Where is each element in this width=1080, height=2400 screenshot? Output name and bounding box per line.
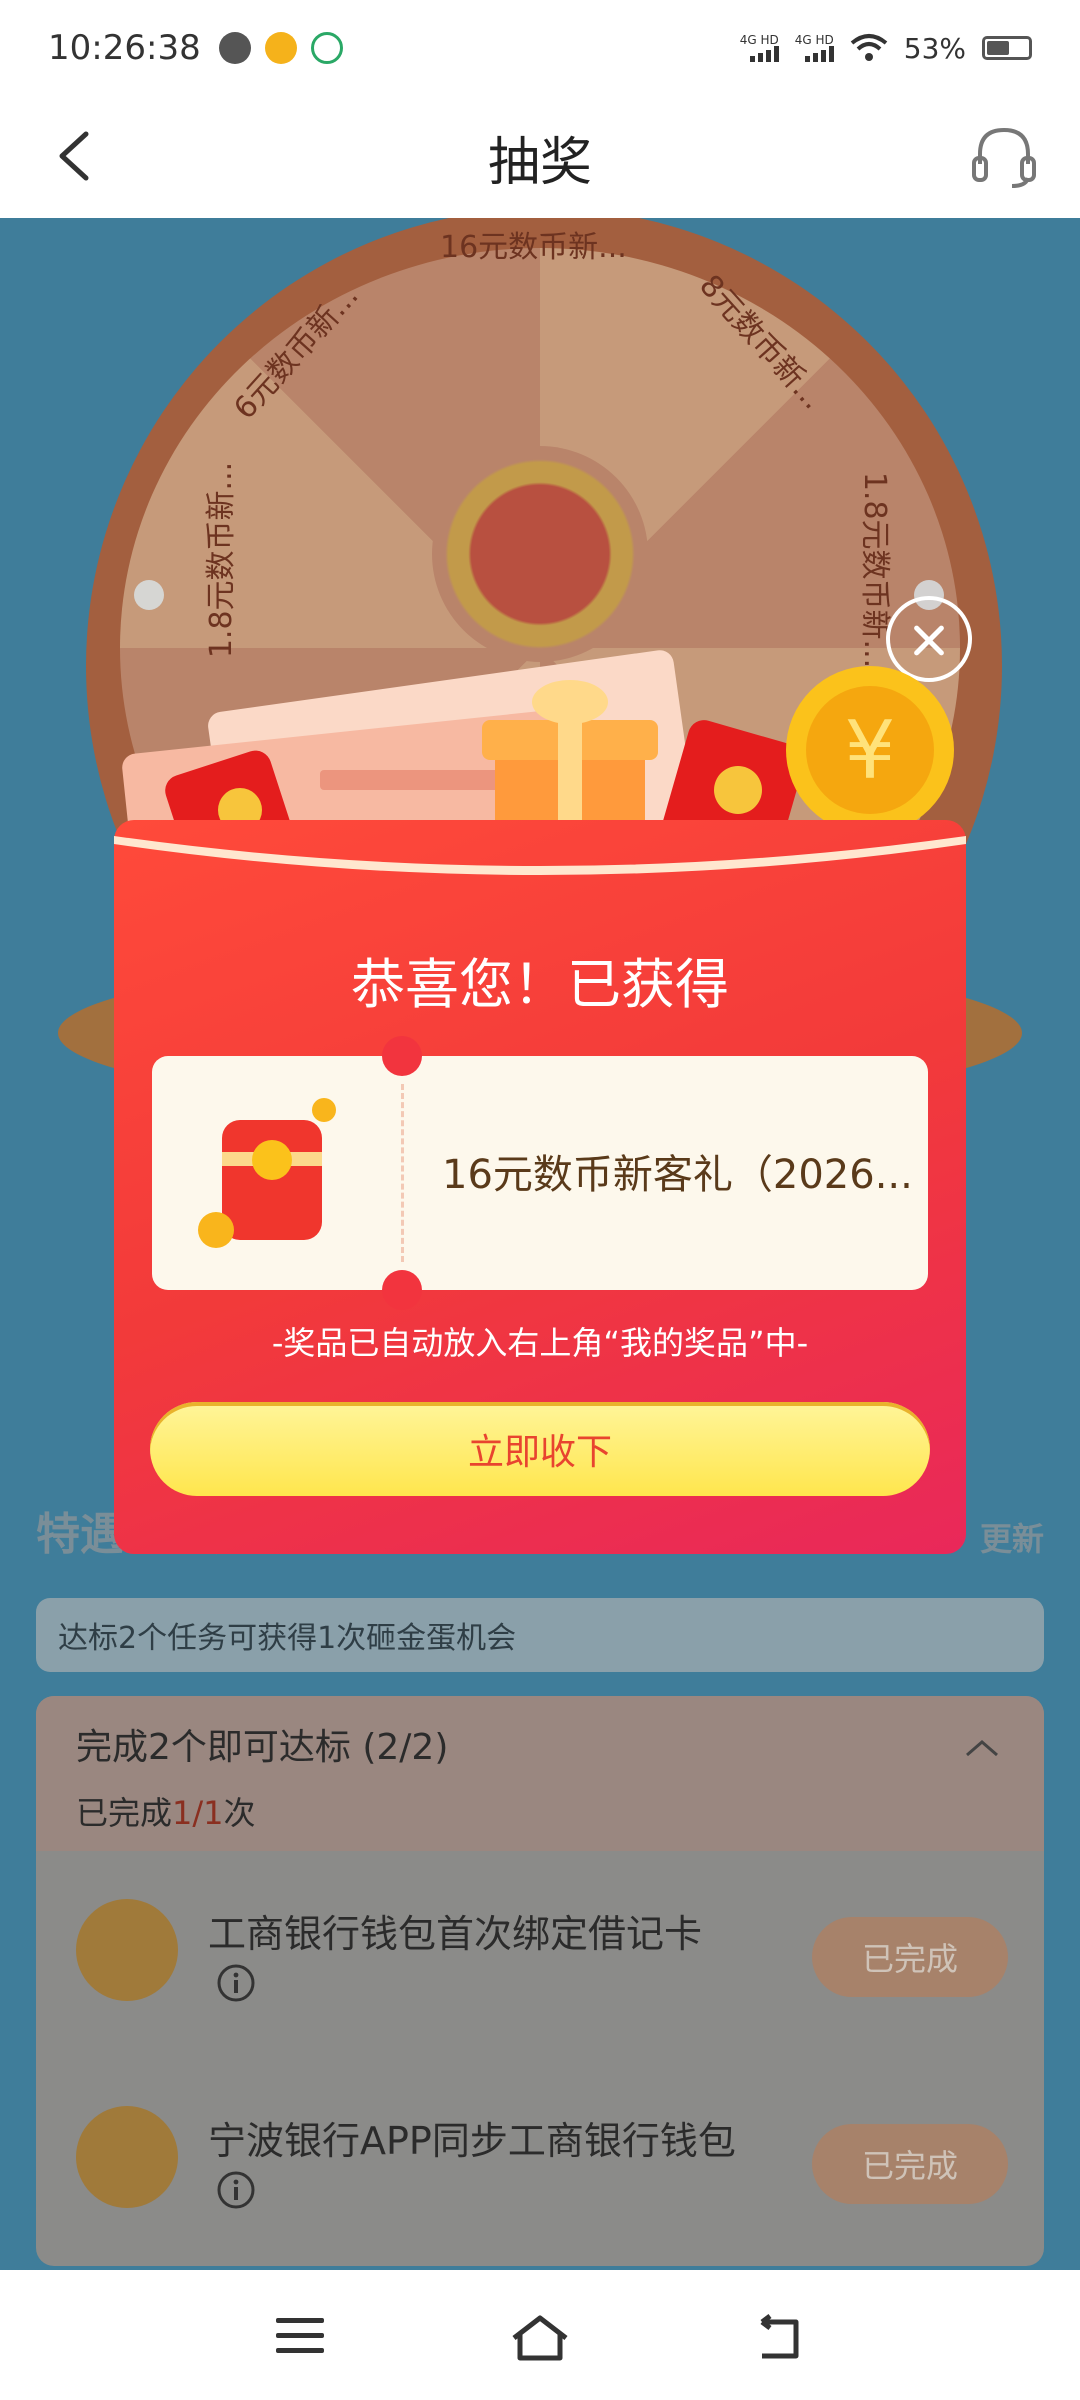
info-icon xyxy=(217,1964,255,2002)
message-icon xyxy=(218,32,251,64)
weibo-icon xyxy=(264,32,297,64)
red-packet-icon xyxy=(198,1098,336,1248)
battery-text: 53% xyxy=(903,31,966,65)
task-card: 完成2个即可达标 (2/2) 已完成1/1次 工商银行钱包首次绑定借记卡 已完成… xyxy=(36,1696,1044,2266)
bank-logo-icon xyxy=(76,1899,178,2001)
modal-top-edge xyxy=(114,836,966,875)
refresh-link: 更新 xyxy=(979,1520,1044,1558)
wheel-label: 16元数币新... xyxy=(440,230,627,265)
signal-2: 4G HD xyxy=(795,34,834,62)
task-row: 工商银行钱包首次绑定借记卡 已完成 xyxy=(36,1851,1044,2051)
system-nav-bar xyxy=(0,2270,1080,2400)
clock: 10:26:38 xyxy=(48,28,201,68)
back-nav-icon[interactable] xyxy=(752,2314,808,2362)
headset-icon[interactable] xyxy=(968,120,1040,192)
page-title: 抽奖 xyxy=(487,132,592,193)
back-icon[interactable] xyxy=(48,126,108,186)
chevron-up-icon xyxy=(966,1740,998,1757)
accept-button[interactable]: 立即收下 xyxy=(150,1402,930,1496)
modal-title: 恭喜您！已获得 xyxy=(351,953,729,1016)
svg-text:¥: ¥ xyxy=(845,704,896,797)
signal-1: 4G HD xyxy=(740,34,779,62)
completed-button: 已完成 xyxy=(812,2124,1008,2204)
ticket-divider xyxy=(401,1084,404,1262)
ticket-notch xyxy=(382,1036,422,1076)
task-hint: 达标2个任务可获得1次砸金蛋机会 xyxy=(36,1598,1044,1672)
status-bar: 10:26:38 4G HD 4G HD 53% xyxy=(0,0,1080,96)
task-card-header: 完成2个即可达标 (2/2) 已完成1/1次 xyxy=(36,1696,1044,1851)
menu-icon[interactable] xyxy=(272,2314,328,2358)
wheel-peg xyxy=(134,580,164,610)
prize-name: 16元数币新客礼（2026... xyxy=(442,1152,913,1198)
task-row: 宁波银行APP同步工商银行钱包 已完成 xyxy=(36,2058,1044,2258)
home-icon[interactable] xyxy=(510,2314,570,2362)
info-icon xyxy=(217,2171,255,2209)
battery-icon xyxy=(982,36,1032,60)
bank-logo-icon xyxy=(76,2106,178,2208)
completed-button: 已完成 xyxy=(812,1917,1008,1997)
wallet-app-icon xyxy=(310,32,343,64)
ticket-notch xyxy=(382,1270,422,1310)
prize-ticket: 16元数币新客礼（2026... xyxy=(152,1036,928,1310)
coin-icon: ¥ xyxy=(786,666,954,834)
prize-note: -奖品已自动放入右上角“我的奖品”中- xyxy=(271,1324,809,1362)
wifi-icon xyxy=(850,34,888,61)
nav-bar: 抽奖 xyxy=(0,96,1080,218)
